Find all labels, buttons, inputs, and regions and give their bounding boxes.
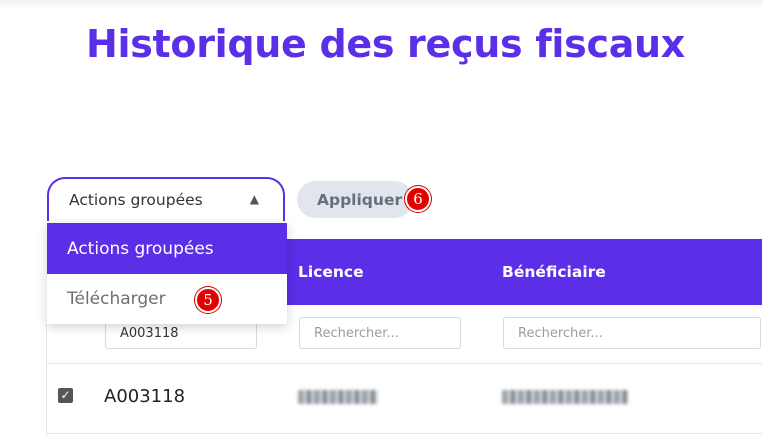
bulk-actions-selected-value: Actions groupées <box>69 191 203 209</box>
row-id: A003118 <box>104 386 186 407</box>
bulk-actions-select[interactable]: Actions groupées ▲ <box>47 177 285 221</box>
bulk-actions-dropdown: Actions groupées Télécharger <box>47 223 287 324</box>
beneficiaire-filter-input[interactable] <box>503 317 761 349</box>
dropdown-option-actions-groupees[interactable]: Actions groupées <box>47 223 287 274</box>
column-header-licence[interactable]: Licence <box>298 263 364 281</box>
column-header-beneficiaire[interactable]: Bénéficiaire <box>502 263 606 281</box>
redacted-beneficiaire <box>502 390 628 404</box>
table-row[interactable]: ✓ A003118 <box>47 363 762 434</box>
triangle-up-icon: ▲ <box>249 192 259 206</box>
dropdown-option-telecharger[interactable]: Télécharger <box>47 274 287 324</box>
page-title: Historique des reçus fiscaux <box>86 22 686 66</box>
licence-filter-input[interactable] <box>299 317 461 349</box>
annotation-badge: 6 <box>405 186 431 212</box>
top-shadow-bar <box>0 0 762 10</box>
apply-button[interactable]: Appliquer <box>297 181 413 218</box>
annotation-badge: 5 <box>195 287 221 313</box>
row-checkbox[interactable]: ✓ <box>58 388 73 403</box>
table-left-border <box>46 324 47 436</box>
redacted-licence <box>298 390 378 404</box>
